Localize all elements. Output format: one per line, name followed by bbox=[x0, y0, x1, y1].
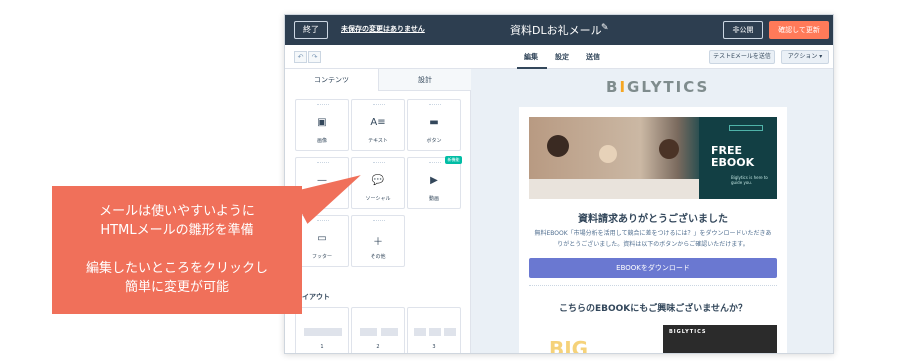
module-text[interactable]: A≡ テキスト bbox=[351, 99, 405, 151]
hero-subtext: Biglytics is here to guide you. bbox=[731, 175, 768, 185]
thumbnail-text: BIG bbox=[549, 337, 589, 354]
layout-1-column[interactable]: 1 bbox=[295, 307, 349, 353]
layout-2-column[interactable]: 2 bbox=[351, 307, 405, 353]
thanks-heading[interactable]: 資料請求ありがとうございました bbox=[519, 210, 787, 225]
callout-line: 編集したいところをクリックし bbox=[85, 261, 268, 276]
layout-label: 3 bbox=[432, 344, 436, 350]
button-icon: ▬ bbox=[429, 117, 439, 128]
module-label: 画像 bbox=[316, 138, 327, 144]
email-title[interactable]: 資料DLお礼メール bbox=[510, 22, 602, 38]
callout-line: HTMLメールの雛形を準備 bbox=[100, 223, 254, 238]
hero-title: FREE EBOOK bbox=[711, 144, 755, 169]
new-badge: 新機能 bbox=[445, 156, 462, 164]
plus-icon: ＋ bbox=[373, 237, 383, 248]
ebook-thumbnail-left[interactable]: BIG bbox=[529, 325, 657, 354]
module-video[interactable]: 新機能 ▶ 動画 bbox=[407, 156, 462, 209]
toolbar: ↶ ↷ 編集 設定 送信 テストEメールを送信 アクション ▾ bbox=[285, 45, 833, 69]
unsaved-changes-link[interactable]: 未保存の変更はありません bbox=[341, 24, 425, 34]
module-button[interactable]: ▬ ボタン bbox=[407, 99, 461, 151]
footer-icon: ▭ bbox=[317, 233, 327, 244]
module-footer[interactable]: ▭ フッター bbox=[295, 215, 349, 267]
module-label: テキスト bbox=[368, 138, 388, 144]
layout-3-column[interactable]: 3 bbox=[407, 307, 461, 353]
divider bbox=[529, 285, 777, 286]
callout-line: メールは使いやすいように bbox=[99, 204, 255, 219]
tab-send[interactable]: 送信 bbox=[586, 52, 600, 62]
callout-text-2: 編集したいところをクリックし 簡単に変更が可能 bbox=[52, 259, 302, 297]
undo-icon[interactable]: ↶ bbox=[294, 51, 307, 63]
tab-settings[interactable]: 設定 bbox=[555, 52, 569, 62]
tab-design[interactable]: 設計 bbox=[378, 69, 471, 91]
text-icon: A≡ bbox=[370, 117, 386, 128]
email-preview: BIGLYTICS FREE EBOOK Biglytics is here to… bbox=[471, 69, 833, 354]
image-icon: ▣ bbox=[317, 117, 327, 128]
module-label: ボタン bbox=[426, 138, 442, 144]
biglytics-logo: BIGLYTICS bbox=[606, 78, 710, 96]
callout-text-1: メールは使いやすいように HTMLメールの雛形を準備 bbox=[52, 202, 302, 240]
module-label: 動画 bbox=[428, 196, 439, 202]
module-label: フッター bbox=[311, 254, 332, 260]
review-and-update-button[interactable]: 確認して更新 bbox=[769, 21, 829, 39]
top-bar: 終了 未保存の変更はありません 資料DLお礼メール ✎ 非公開 確認して更新 bbox=[285, 15, 833, 45]
email-editor-window: 終了 未保存の変更はありません 資料DLお礼メール ✎ 非公開 確認して更新 ↶… bbox=[284, 14, 834, 354]
tab-content[interactable]: コンテンツ bbox=[285, 69, 378, 91]
private-button[interactable]: 非公開 bbox=[723, 21, 763, 39]
exit-button[interactable]: 終了 bbox=[294, 21, 328, 39]
layout-label: 2 bbox=[376, 344, 380, 350]
body-text[interactable]: 無料EBOOK「市場分析を活用して競合に差をつけるには？」をダウンロードいただき… bbox=[533, 228, 773, 250]
actions-dropdown[interactable]: アクション ▾ bbox=[781, 50, 829, 64]
tab-edit[interactable]: 編集 bbox=[524, 52, 538, 62]
module-more[interactable]: ＋ その他 bbox=[351, 215, 405, 267]
ebook-thumbnail-right[interactable]: BIGLYTICS bbox=[663, 325, 777, 353]
pencil-icon[interactable]: ✎ bbox=[601, 23, 609, 33]
layout-label: 1 bbox=[320, 344, 324, 350]
video-icon: ▶ bbox=[430, 175, 438, 186]
download-ebook-button[interactable]: EBOOKをダウンロード bbox=[529, 258, 777, 278]
email-body[interactable]: FREE EBOOK Biglytics is here to guide you… bbox=[519, 107, 787, 354]
send-test-email-button[interactable]: テストEメールを送信 bbox=[709, 50, 775, 64]
hero-image[interactable]: FREE EBOOK Biglytics is here to guide you… bbox=[529, 117, 777, 199]
module-label: その他 bbox=[370, 254, 386, 260]
redo-icon[interactable]: ↷ bbox=[308, 51, 321, 63]
related-ebook-heading[interactable]: こちらのEBOOKにもご興味ございませんか？ bbox=[519, 301, 787, 314]
module-image[interactable]: ▣ 画像 bbox=[295, 99, 349, 151]
thumbnail-logo: BIGLYTICS bbox=[669, 329, 707, 335]
callout-line: 簡単に変更が可能 bbox=[124, 280, 229, 295]
